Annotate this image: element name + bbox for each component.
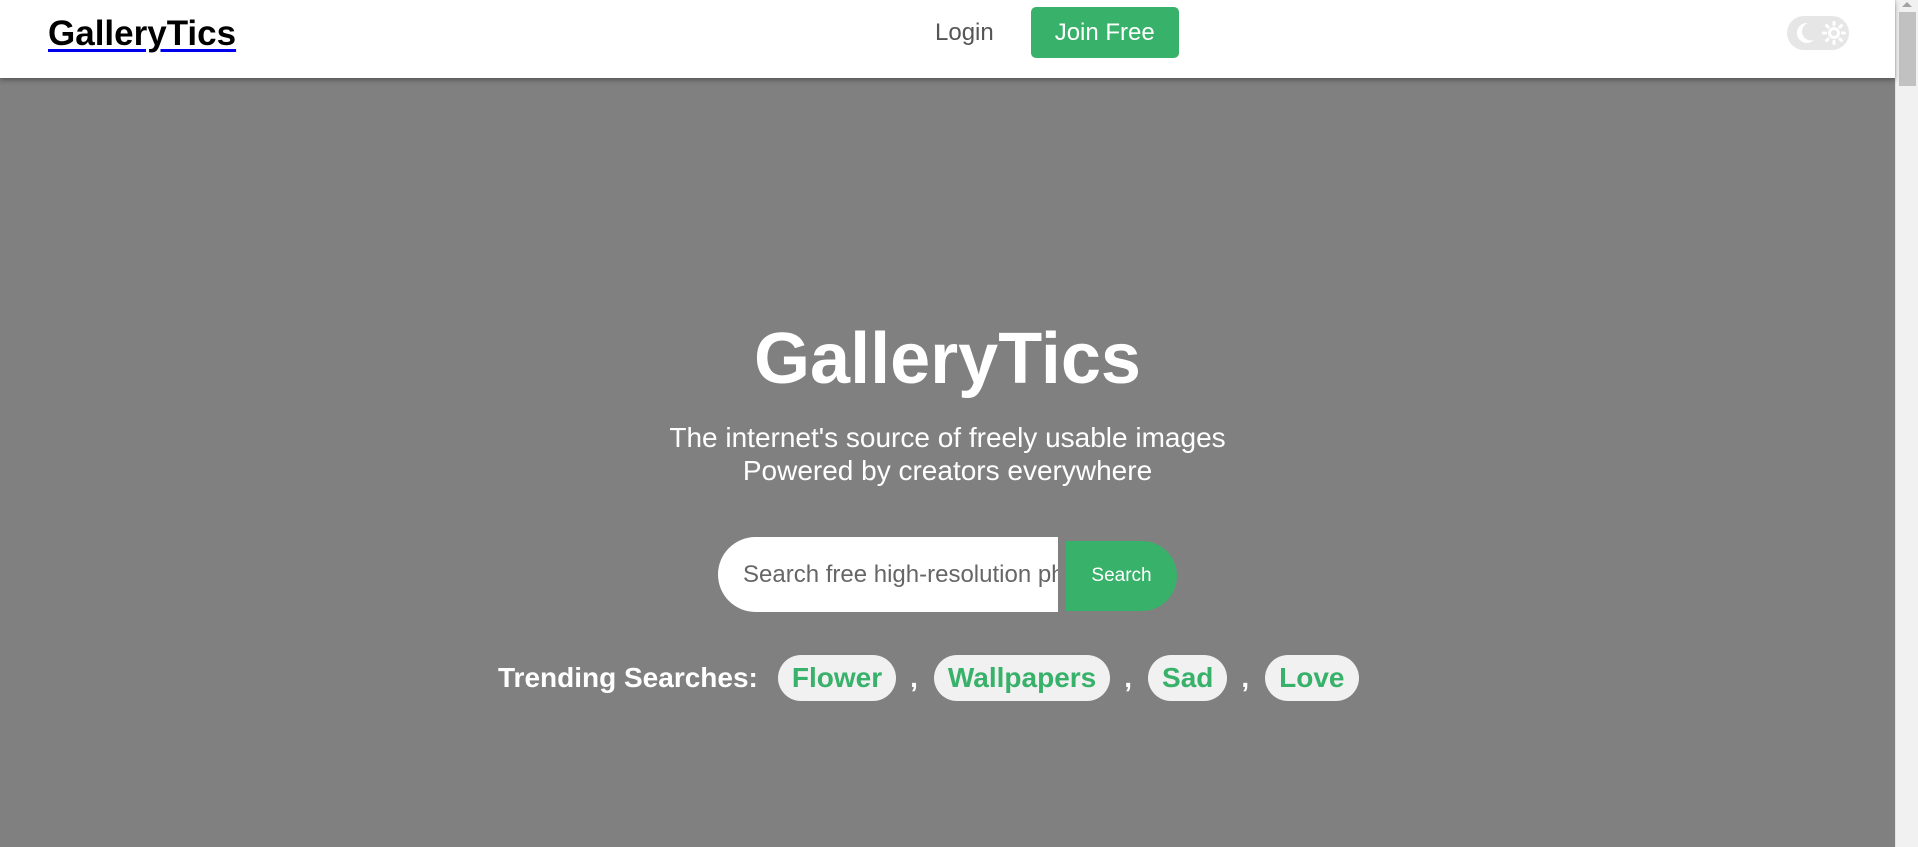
scroll-up-arrow-icon[interactable] [1902,2,1912,7]
logo-link[interactable]: GalleryTics [48,14,236,54]
hero-section: GalleryTics The internet's source of fre… [0,78,1895,847]
search-button[interactable]: Search [1066,541,1177,611]
separator: , [1124,662,1133,693]
login-link[interactable]: Login [935,19,994,47]
page-scrollbar[interactable] [1895,0,1918,847]
search-input[interactable] [718,537,1058,612]
join-free-button[interactable]: Join Free [1030,7,1179,58]
trending-chip-love[interactable]: Love [1265,655,1359,701]
trending-chip-flower[interactable]: Flower [777,655,897,701]
moon-icon [1793,20,1817,51]
top-navbar: GalleryTics Login Join Free [0,0,1895,78]
tagline-line-2: Powered by creators everywhere [742,455,1153,486]
trending-chip-sad[interactable]: Sad [1148,655,1228,701]
separator: , [1241,662,1250,693]
nav-actions: Login Join Free [935,7,1179,58]
trending-label: Trending Searches: [498,662,758,693]
sun-icon [1821,20,1847,51]
theme-toggle[interactable] [1787,16,1849,50]
trending-chip-wallpapers[interactable]: Wallpapers [933,655,1111,701]
tagline-line-1: The internet's source of freely usable i… [669,422,1226,453]
trending-searches: Trending Searches: Flower , Wallpapers ,… [498,654,1359,702]
separator: , [910,662,918,693]
scrollbar-thumb[interactable] [1899,12,1916,86]
hero-title: GalleryTics [754,319,1141,399]
